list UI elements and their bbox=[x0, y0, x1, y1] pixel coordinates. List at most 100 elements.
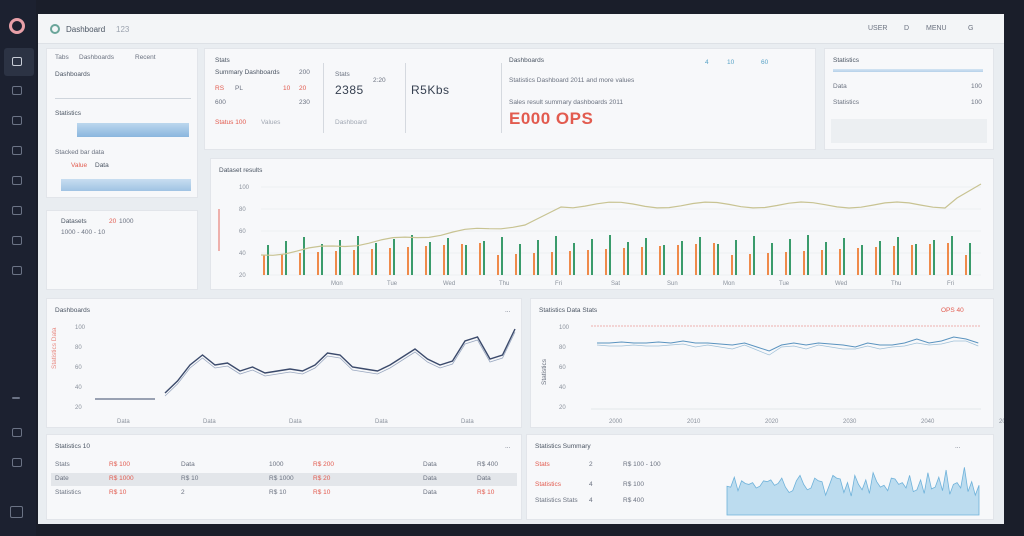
tab-dashboards[interactable]: Dashboards bbox=[79, 54, 114, 61]
table-cell: Data bbox=[423, 489, 437, 496]
main-chart-bar-orange bbox=[533, 253, 535, 275]
main-chart-ytick: 80 bbox=[239, 207, 246, 213]
settings-icon[interactable] bbox=[12, 458, 22, 467]
kpi-row-20: 20 bbox=[299, 85, 307, 92]
kpi-title: Stats bbox=[215, 57, 230, 64]
dashboard-icon[interactable] bbox=[12, 57, 22, 66]
app-icon bbox=[50, 24, 60, 34]
notification-button[interactable]: D bbox=[904, 25, 909, 32]
main-chart-panel: Dataset results 100 80 60 40 20 Mon Tue Wed Thu F… bbox=[210, 158, 994, 290]
main-chart-bar-orange bbox=[767, 253, 769, 275]
table-cell: R$ 10 bbox=[181, 475, 199, 482]
calendar-icon[interactable] bbox=[12, 176, 22, 185]
user-menu[interactable]: USER bbox=[868, 25, 887, 32]
tab-recent[interactable]: Recent bbox=[135, 54, 156, 61]
spark-panel: Statistics Summary ... Stats 2 R$ 100 - … bbox=[526, 434, 994, 520]
kpi-icon-value-3[interactable]: 60 bbox=[761, 59, 768, 66]
main-chart-xtick: Wed bbox=[443, 281, 455, 287]
table-cell: R$ 10 bbox=[477, 489, 495, 496]
main-chart-bar-green bbox=[483, 241, 485, 275]
chart2-panel: Dashboards ... Statistics Data 100 80 60 40… bbox=[46, 298, 522, 428]
summary-row-2-value: 100 bbox=[971, 99, 982, 106]
main-chart-bar-orange bbox=[443, 245, 445, 275]
filter-label-dashboards: Dashboards bbox=[55, 71, 91, 78]
datasets-value-2: 1000 bbox=[119, 218, 134, 225]
main-chart-bar-green bbox=[897, 237, 899, 275]
kpi-row-pl: PL bbox=[235, 85, 243, 92]
chart3-ytick: 80 bbox=[559, 345, 566, 351]
main-chart-bar-green bbox=[789, 239, 791, 275]
main-chart-bar-green bbox=[465, 245, 467, 275]
document-icon[interactable] bbox=[12, 146, 22, 155]
table-cell: R$ 1000 bbox=[269, 475, 294, 482]
chart2-ytick: 80 bbox=[75, 345, 82, 351]
chart2-ytick: 40 bbox=[75, 385, 82, 391]
main-chart-bar-orange bbox=[371, 249, 373, 275]
chart2: 100 80 60 40 20 Data Data Data Data Data bbox=[75, 325, 516, 425]
tools-icon[interactable] bbox=[12, 428, 22, 437]
kpi-icon-value-2[interactable]: 10 bbox=[727, 59, 734, 66]
chart3-line-secondary bbox=[596, 340, 979, 356]
main-chart-bar-orange bbox=[695, 244, 697, 275]
table-cell: R$ 10 bbox=[109, 489, 127, 496]
wave-icon[interactable] bbox=[12, 206, 22, 215]
list-icon[interactable] bbox=[12, 86, 22, 95]
main-chart-bar-green bbox=[429, 242, 431, 275]
main-chart-bar-green bbox=[699, 237, 701, 275]
collapse-icon[interactable] bbox=[12, 397, 20, 399]
main-chart-bar-green bbox=[321, 244, 323, 275]
kpi-foot-dashboard: Dashboard bbox=[335, 119, 367, 126]
app-subtitle: 123 bbox=[116, 25, 130, 34]
table-menu[interactable]: ... bbox=[505, 443, 510, 450]
kpi-divider-1 bbox=[323, 63, 324, 133]
main-chart-bar-green bbox=[519, 244, 521, 275]
main-chart-ytick: 60 bbox=[239, 229, 246, 235]
main-chart-bar-orange bbox=[335, 251, 337, 275]
main-chart-ytick: 20 bbox=[239, 273, 246, 279]
menu-button[interactable]: MENU bbox=[926, 25, 947, 32]
inbox-icon[interactable] bbox=[12, 116, 22, 125]
grid-icon[interactable] bbox=[12, 266, 22, 275]
kpi-icon-value-1[interactable]: 4 bbox=[705, 59, 709, 66]
main-chart-bar-green bbox=[339, 240, 341, 275]
kpi-divider-2 bbox=[405, 63, 406, 133]
chart2-ytick: 20 bbox=[75, 405, 82, 411]
kpi-row-rs: RS bbox=[215, 85, 225, 92]
chart2-xtick: Data bbox=[203, 419, 216, 425]
kpi-col-label-2: 600 bbox=[215, 99, 226, 106]
tag-data[interactable]: Data bbox=[95, 162, 109, 169]
main-chart-xtick: Fri bbox=[555, 281, 562, 287]
chart3-xtick: 2020 bbox=[765, 419, 779, 425]
kpi-right-sub: Sales result summary dashboards 2011 bbox=[509, 99, 624, 106]
main-chart-bar-green bbox=[969, 243, 971, 275]
main-chart: 100 80 60 40 20 Mon Tue Wed Thu Fri Sat Sun Mon Tue We… bbox=[218, 183, 982, 287]
table-title: Statistics 10 bbox=[55, 443, 91, 450]
main-chart-xtick: Tue bbox=[779, 281, 790, 287]
user-icon[interactable] bbox=[10, 506, 23, 518]
summary-row-1-value: 100 bbox=[971, 83, 982, 90]
main-chart-bar-orange bbox=[587, 250, 589, 275]
table-cell: R$ 20 bbox=[313, 475, 331, 482]
main-chart-xtick: Sat bbox=[611, 281, 620, 287]
apps-button[interactable]: G bbox=[968, 25, 973, 32]
chart2-ytick: 60 bbox=[75, 365, 82, 371]
top-bar: Dashboard 123 USER D MENU G bbox=[38, 14, 1004, 44]
main-chart-bar-green bbox=[951, 236, 953, 275]
main-chart-bar-orange bbox=[893, 246, 895, 275]
tab-tabs[interactable]: Tabs bbox=[55, 54, 69, 61]
main-chart-bar-orange bbox=[803, 251, 805, 275]
chart-icon[interactable] bbox=[12, 236, 22, 245]
dashboard-select[interactable] bbox=[55, 89, 191, 99]
tag-value[interactable]: Value bbox=[71, 162, 87, 169]
main-chart-bar-orange bbox=[605, 249, 607, 275]
chart2-line bbox=[164, 328, 516, 394]
table-panel: Statistics 10 ... Stats R$ 100 Data 1000 R$ … bbox=[46, 434, 522, 520]
main-chart-bar-orange bbox=[515, 254, 517, 275]
chart2-xtick: Data bbox=[289, 419, 302, 425]
chart3-ytick: 60 bbox=[559, 365, 566, 371]
main-chart-bar-green bbox=[393, 239, 395, 275]
main-chart-bar-green bbox=[753, 236, 755, 275]
main-chart-bar-orange bbox=[965, 255, 967, 275]
kpi-right-title: Dashboards bbox=[509, 57, 545, 64]
main-chart-xtick: Sun bbox=[667, 281, 678, 287]
